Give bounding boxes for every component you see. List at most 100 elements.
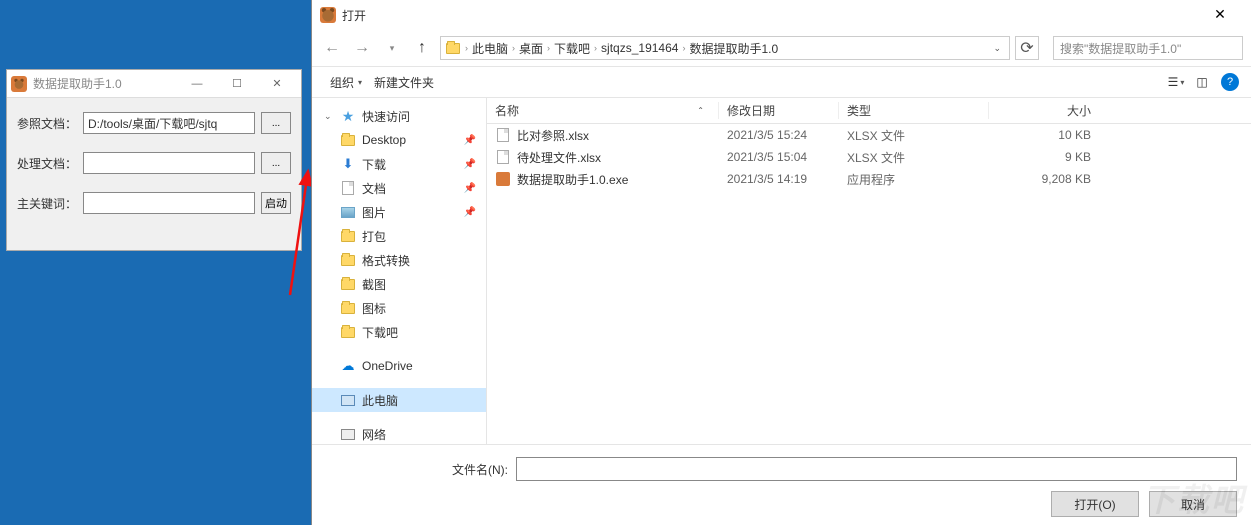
document-icon: [340, 180, 356, 196]
bc-root[interactable]: 此电脑: [472, 40, 508, 57]
pictures-icon: [340, 204, 356, 220]
col-size[interactable]: 大小: [989, 102, 1099, 119]
data-extract-app-window: 数据提取助手1.0 — ☐ ✕ 参照文档： ... 处理文档： ... 主关键词…: [6, 69, 302, 251]
organize-button[interactable]: 组织▾: [324, 70, 368, 95]
bc-desktop[interactable]: 桌面: [519, 40, 543, 57]
dialog-title: 打开: [342, 7, 1197, 24]
tree-quick-access[interactable]: ⌄★快速访问: [312, 104, 486, 128]
tree-desktop[interactable]: Desktop📌: [312, 128, 486, 152]
folder-icon: [341, 255, 355, 266]
help-button[interactable]: ?: [1221, 73, 1239, 91]
start-button[interactable]: 启动: [261, 192, 291, 214]
file-name: 比对参照.xlsx: [517, 127, 589, 144]
app-title: 数据提取助手1.0: [33, 75, 177, 92]
col-name[interactable]: 名称⌃: [487, 102, 719, 119]
tree-documents[interactable]: 文档📌: [312, 176, 486, 200]
new-folder-button[interactable]: 新建文件夹: [368, 70, 440, 95]
file-open-dialog: 打开 ✕ ← → ▾ ↑ ›此电脑 ›桌面 ›下载吧 ›sjtqzs_19146…: [311, 0, 1251, 525]
file-size: 9 KB: [989, 150, 1099, 164]
pc-icon: [340, 392, 356, 408]
tree-pictures[interactable]: 图片📌: [312, 200, 486, 224]
pin-icon: 📌: [464, 159, 476, 170]
folder-icon: [341, 303, 355, 314]
folder-icon: [341, 135, 355, 146]
tree-convert[interactable]: 格式转换: [312, 248, 486, 272]
process-doc-label: 处理文档：: [17, 155, 83, 172]
tree-screenshot[interactable]: 截图: [312, 272, 486, 296]
tree-xzb[interactable]: 下载吧: [312, 320, 486, 344]
tree-icons[interactable]: 图标: [312, 296, 486, 320]
col-date[interactable]: 修改日期: [719, 102, 839, 119]
nav-tree: ⌄★快速访问 Desktop📌 ⬇下载📌 文档📌 图片📌 打包 格式转换 截图 …: [312, 98, 487, 444]
star-icon: ★: [340, 108, 356, 124]
search-input[interactable]: 搜索"数据提取助手1.0": [1053, 36, 1243, 60]
dialog-close-button[interactable]: ✕: [1197, 0, 1243, 30]
dialog-bottom: 文件名(N): 打开(O) 取消: [312, 444, 1251, 525]
bear-icon: [320, 7, 336, 23]
open-button[interactable]: 打开(O): [1051, 491, 1139, 517]
keyword-input[interactable]: [83, 192, 255, 214]
toolbar: 组织▾ 新建文件夹 ☰▾ ◫ ?: [312, 66, 1251, 98]
filename-label: 文件名(N):: [326, 461, 516, 478]
close-button[interactable]: ✕: [257, 71, 297, 97]
recent-dropdown[interactable]: ▾: [380, 36, 404, 60]
nav-bar: ← → ▾ ↑ ›此电脑 ›桌面 ›下载吧 ›sjtqzs_191464 ›数据…: [312, 30, 1251, 66]
bc-folder3[interactable]: sjtqzs_191464: [601, 41, 678, 55]
file-size: 9,208 KB: [989, 172, 1099, 186]
keyword-label: 主关键词：: [17, 195, 83, 212]
dialog-titlebar: 打开 ✕: [312, 0, 1251, 30]
tree-network[interactable]: 网络: [312, 422, 486, 444]
file-type: XLSX 文件: [839, 127, 989, 144]
cloud-icon: ☁: [340, 358, 356, 374]
app-body: 参照文档： ... 处理文档： ... 主关键词： 启动: [7, 98, 301, 250]
file-date: 2021/3/5 15:04: [719, 150, 839, 164]
download-icon: ⬇: [340, 156, 356, 172]
watermark: 下载吧: [1143, 475, 1245, 521]
file-type: XLSX 文件: [839, 149, 989, 166]
bc-folder4[interactable]: 数据提取助手1.0: [689, 40, 778, 57]
ref-doc-input[interactable]: [83, 112, 255, 134]
minimize-button[interactable]: —: [177, 71, 217, 97]
maximize-button[interactable]: ☐: [217, 71, 257, 97]
ref-doc-browse-button[interactable]: ...: [261, 112, 291, 134]
file-name: 待处理文件.xlsx: [517, 149, 601, 166]
folder-icon: [341, 279, 355, 290]
file-list: 名称⌃ 修改日期 类型 大小 比对参照.xlsx 2021/3/5 15:24XL…: [487, 98, 1251, 444]
forward-button[interactable]: →: [350, 36, 374, 60]
file-row[interactable]: 待处理文件.xlsx 2021/3/5 15:04XLSX 文件9 KB: [487, 146, 1251, 168]
file-name: 数据提取助手1.0.exe: [517, 171, 628, 188]
bc-folder2[interactable]: 下载吧: [554, 40, 590, 57]
pin-icon: 📌: [464, 207, 476, 218]
app-titlebar: 数据提取助手1.0 — ☐ ✕: [7, 70, 301, 98]
view-options-button[interactable]: ☰▾: [1163, 71, 1189, 93]
list-header: 名称⌃ 修改日期 类型 大小: [487, 98, 1251, 124]
tree-onedrive[interactable]: ☁OneDrive: [312, 354, 486, 378]
refresh-button[interactable]: ⟳: [1015, 36, 1039, 60]
process-doc-input[interactable]: [83, 152, 255, 174]
file-date: 2021/3/5 14:19: [719, 172, 839, 186]
file-row[interactable]: 数据提取助手1.0.exe 2021/3/5 14:19应用程序9,208 KB: [487, 168, 1251, 190]
col-type[interactable]: 类型: [839, 102, 989, 119]
folder-icon: [341, 327, 355, 338]
document-icon: [495, 149, 511, 165]
up-button[interactable]: ↑: [410, 36, 434, 60]
tree-pack[interactable]: 打包: [312, 224, 486, 248]
process-doc-browse-button[interactable]: ...: [261, 152, 291, 174]
file-row[interactable]: 比对参照.xlsx 2021/3/5 15:24XLSX 文件10 KB: [487, 124, 1251, 146]
file-size: 10 KB: [989, 128, 1099, 142]
network-icon: [340, 426, 356, 442]
breadcrumb[interactable]: ›此电脑 ›桌面 ›下载吧 ›sjtqzs_191464 ›数据提取助手1.0 …: [440, 36, 1010, 60]
pin-icon: 📌: [464, 135, 476, 146]
preview-pane-button[interactable]: ◫: [1189, 71, 1215, 93]
folder-icon: [341, 231, 355, 242]
document-icon: [495, 127, 511, 143]
back-button[interactable]: ←: [320, 36, 344, 60]
exe-icon: [495, 171, 511, 187]
filename-input[interactable]: [516, 457, 1237, 481]
tree-thispc[interactable]: 此电脑: [312, 388, 486, 412]
file-type: 应用程序: [839, 171, 989, 188]
file-date: 2021/3/5 15:24: [719, 128, 839, 142]
tree-downloads[interactable]: ⬇下载📌: [312, 152, 486, 176]
bear-icon: [11, 76, 27, 92]
folder-icon: [446, 43, 460, 54]
